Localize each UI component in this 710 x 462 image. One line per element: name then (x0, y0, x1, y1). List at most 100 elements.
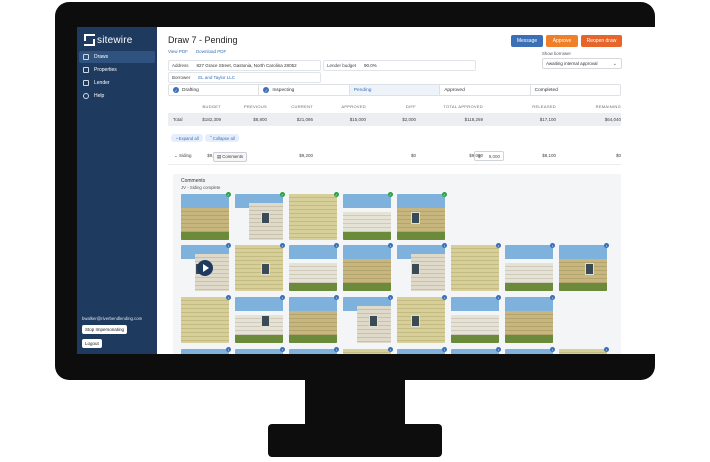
approve-button[interactable]: Approve (546, 35, 578, 47)
photo-status-icon[interactable]: • (496, 243, 501, 248)
screen: sitewire Draws Properties Lender Help bw… (77, 27, 660, 354)
approved-check-icon[interactable]: ✓ (334, 192, 339, 197)
sidebar-nav: Draws Properties Lender Help (79, 51, 155, 103)
step-label: Inspecting (272, 87, 295, 93)
borrower-link[interactable]: EL and Taylor LLC (198, 75, 235, 80)
chevron-down-icon: ⌄ (174, 153, 178, 158)
photo-thumbnail[interactable] (181, 194, 229, 240)
photo-sky (505, 297, 553, 311)
photo-window (261, 315, 270, 327)
photo-status-icon[interactable]: • (496, 347, 501, 352)
view-pdf-link[interactable]: View PDF (168, 49, 188, 54)
lender-budget-value: 90.0% (364, 63, 377, 68)
sidebar-item-help[interactable]: Help (79, 90, 155, 102)
photo-status-icon[interactable]: • (442, 347, 447, 352)
list-icon (83, 54, 89, 60)
photo-thumbnail[interactable] (559, 349, 607, 354)
total-total-approved: $118,269 (464, 117, 483, 122)
collapse-all-button[interactable]: ⌃ Collapse all (205, 134, 239, 142)
download-pdf-link[interactable]: Download PDF (196, 49, 226, 54)
photo-sky (181, 194, 229, 208)
photo-status-icon[interactable]: • (550, 347, 555, 352)
logo[interactable]: sitewire (84, 34, 133, 46)
photo-thumbnail[interactable] (343, 194, 391, 240)
photo-thumbnail[interactable] (289, 194, 337, 240)
approved-check-icon[interactable]: ✓ (280, 192, 285, 197)
step-drafting: ✓ Drafting (169, 85, 260, 95)
photo-thumbnail[interactable] (397, 349, 445, 354)
photo-thumbnail[interactable] (343, 349, 391, 354)
photo-thumbnail[interactable] (451, 349, 499, 354)
expand-all-button[interactable]: ⌄ Expand all (171, 134, 203, 142)
photo-status-icon[interactable]: • (388, 243, 393, 248)
photo-thumbnail[interactable] (181, 297, 229, 343)
photo-sky (235, 349, 283, 354)
comments-button[interactable]: ▤ Comments (213, 152, 248, 162)
photo-thumbnail[interactable] (505, 349, 553, 354)
photo-grass (343, 231, 391, 240)
approved-check-icon[interactable]: ✓ (388, 192, 393, 197)
sidebar-item-properties[interactable]: Properties (79, 64, 155, 76)
siding-label-group[interactable]: ⌄ Siding (174, 153, 192, 159)
total-released: $17,100 (539, 117, 556, 122)
sidebar-item-draws[interactable]: Draws (79, 51, 155, 63)
photo-thumbnail[interactable] (397, 297, 445, 343)
photo-thumbnail[interactable] (505, 245, 553, 291)
status-select[interactable]: Awaiting internal approval ⌄ (542, 58, 622, 69)
photo-status-icon[interactable]: • (280, 295, 285, 300)
photo-status-icon[interactable]: • (226, 347, 231, 352)
photo-status-icon[interactable]: • (280, 243, 285, 248)
photo-status-icon[interactable]: • (226, 295, 231, 300)
reopen-draw-button[interactable]: Reopen draw (581, 35, 622, 47)
photo-thumbnail[interactable] (289, 245, 337, 291)
photo-thumbnail[interactable] (181, 245, 229, 291)
photo-status-icon[interactable]: • (280, 347, 285, 352)
logout-button[interactable]: Logout (82, 339, 102, 348)
approved-check-icon[interactable]: ✓ (226, 192, 231, 197)
photo-thumbnail[interactable] (343, 297, 391, 343)
show-borrower-label: Show borrower (542, 51, 571, 56)
photo-window (261, 263, 270, 275)
col-diff: DIFF (405, 104, 416, 109)
photo-thumbnail[interactable] (397, 194, 445, 240)
photo-thumbnail[interactable] (235, 245, 283, 291)
expand-all-label: Expand all (178, 135, 199, 141)
photo-status-icon[interactable]: • (604, 243, 609, 248)
photo-status-icon[interactable]: • (442, 295, 447, 300)
photo-window (411, 263, 420, 275)
message-button[interactable]: Message (511, 35, 543, 47)
photo-status-icon[interactable]: • (550, 295, 555, 300)
photo-status-icon[interactable]: • (550, 243, 555, 248)
photo-thumbnail[interactable] (235, 297, 283, 343)
approved-check-icon[interactable]: ✓ (442, 192, 447, 197)
photo-status-icon[interactable]: • (334, 347, 339, 352)
photo-status-icon[interactable]: • (604, 347, 609, 352)
step-label: Approved (444, 87, 465, 93)
photo-status-icon[interactable]: • (388, 347, 393, 352)
photo-thumbnail[interactable] (559, 245, 607, 291)
siding-remaining: $0 (615, 153, 621, 158)
photo-status-icon[interactable]: • (226, 243, 231, 248)
photo-status-icon[interactable]: • (334, 243, 339, 248)
approved-amount-input[interactable]: $ 9,000 (474, 151, 504, 161)
photo-status-icon[interactable]: • (334, 295, 339, 300)
photo-thumbnail[interactable] (235, 349, 283, 354)
photo-thumbnail[interactable] (397, 245, 445, 291)
pdf-links: View PDF Download PDF (168, 49, 226, 54)
photo-status-icon[interactable]: • (496, 295, 501, 300)
photo-thumbnail[interactable] (181, 349, 229, 354)
photo-thumbnail[interactable] (289, 349, 337, 354)
photo-thumbnail[interactable] (289, 297, 337, 343)
sidebar-item-lender[interactable]: Lender (79, 77, 155, 89)
photo-siding (451, 245, 499, 291)
stop-impersonating-button[interactable]: Stop Impersonating (82, 325, 128, 334)
photo-thumbnail[interactable] (451, 245, 499, 291)
photo-grass (559, 282, 607, 291)
photo-status-icon[interactable]: • (442, 243, 447, 248)
photo-thumbnail[interactable] (235, 194, 283, 240)
photo-thumbnail[interactable] (451, 297, 499, 343)
photo-thumbnail[interactable] (505, 297, 553, 343)
play-icon[interactable] (197, 260, 213, 276)
photo-status-icon[interactable]: • (388, 295, 393, 300)
photo-thumbnail[interactable] (343, 245, 391, 291)
